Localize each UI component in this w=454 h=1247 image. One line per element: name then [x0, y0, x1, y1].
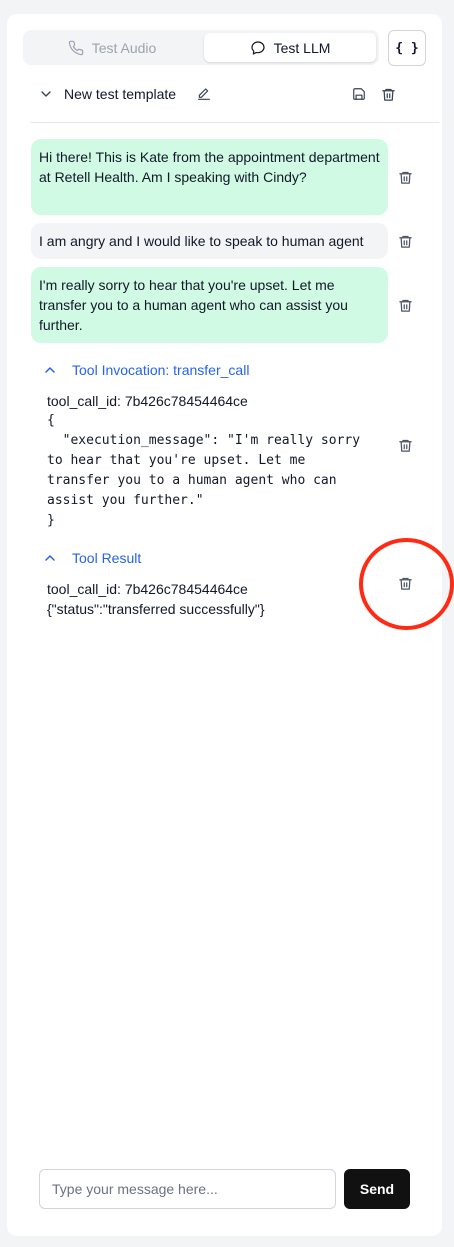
edit-pencil-icon[interactable]: [196, 86, 212, 102]
chevron-down-icon[interactable]: [38, 86, 54, 102]
trash-icon[interactable]: [397, 169, 413, 185]
trash-icon[interactable]: [397, 233, 413, 249]
json-view-button[interactable]: { }: [388, 30, 426, 66]
tab-test-llm[interactable]: Test LLM: [204, 33, 376, 62]
phone-icon: [68, 40, 84, 56]
tool-args-line: }: [47, 513, 55, 528]
delete-template-icon[interactable]: [381, 87, 396, 102]
tab-test-audio-label: Test Audio: [91, 39, 157, 56]
tool-invocation-toggle[interactable]: Tool Invocation: transfer_call: [42, 362, 249, 378]
send-button[interactable]: Send: [344, 1169, 410, 1209]
agent-message: I'm really sorry to hear that you're ups…: [31, 267, 388, 343]
highlight-circle-annotation: [359, 538, 454, 630]
tool-result-toggle[interactable]: Tool Result: [42, 550, 141, 566]
tab-test-audio[interactable]: Test Audio: [27, 33, 197, 62]
trash-icon[interactable]: [397, 297, 413, 313]
template-name: New test template: [64, 86, 177, 102]
trash-icon[interactable]: [397, 437, 413, 453]
tab-test-llm-label: Test LLM: [273, 39, 331, 56]
tool-args-line: {: [47, 413, 55, 428]
save-icon[interactable]: [352, 87, 366, 101]
chevron-up-icon: [42, 362, 58, 378]
tool-args-line: "execution_message": "I'm really sorry: [47, 433, 361, 448]
message-input[interactable]: [39, 1169, 336, 1209]
tool-args-line: to hear that you're upset. Let me: [47, 453, 306, 468]
tool-args-line: transfer you to a human agent who can: [47, 473, 337, 488]
divider: [31, 122, 439, 123]
tool-result-call-id: tool_call_id: 7b426c78454464ce: [47, 581, 248, 597]
tool-result-value: {"status":"transferred successfully"}: [47, 601, 265, 617]
template-row: New test template: [38, 82, 408, 106]
tool-invocation-call-id: tool_call_id: 7b426c78454464ce: [47, 393, 248, 409]
user-message: I am angry and I would like to speak to …: [31, 223, 388, 259]
tool-result-title: Tool Result: [72, 550, 142, 566]
chevron-up-icon: [42, 550, 58, 566]
chat-bubble-icon: [250, 40, 266, 56]
tool-invocation-title: Tool Invocation: transfer_call: [72, 362, 250, 378]
agent-message: Hi there! This is Kate from the appointm…: [31, 139, 388, 215]
mode-tabs: Test Audio Test LLM: [23, 30, 379, 65]
tool-args-line: assist you further.": [47, 493, 204, 508]
